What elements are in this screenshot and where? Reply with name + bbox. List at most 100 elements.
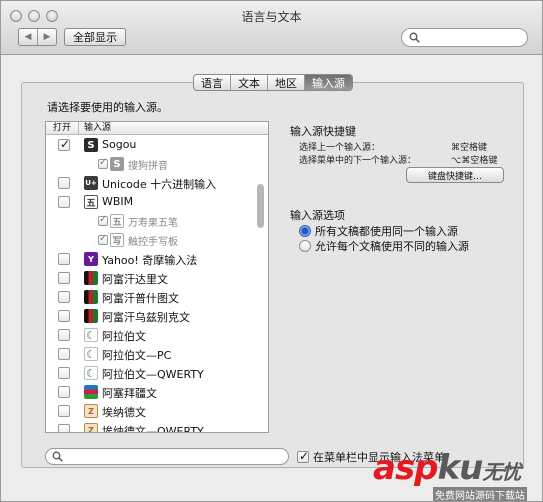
enable-checkbox[interactable]	[58, 310, 70, 322]
list-item-label: 阿拉伯文	[102, 330, 146, 343]
list-item[interactable]: 五 WBIM	[46, 193, 258, 212]
list-item[interactable]: Z 埃纳德文—QWERTY	[46, 421, 258, 433]
option-different-label: 允许每个文稿使用不同的输入源	[315, 240, 469, 253]
options-title: 输入源选项	[290, 209, 345, 222]
tab-bar: 语言 文本 地区 输入源	[193, 74, 353, 91]
list-item[interactable]: S 搜狗拼音	[46, 155, 258, 174]
mode-checkbox[interactable]	[98, 214, 108, 226]
enable-checkbox[interactable]	[58, 253, 70, 265]
sogou-icon: S	[84, 138, 98, 152]
list-scrollbar[interactable]	[257, 184, 264, 228]
list-item[interactable]: ☾ 阿拉伯文	[46, 326, 258, 345]
tab-region[interactable]: 地区	[268, 75, 305, 90]
list-item-label: 万寿果五笔	[128, 218, 178, 229]
crescent-icon: ☾	[84, 328, 98, 342]
show-input-menu-option[interactable]: 在菜单栏中显示输入法菜单	[297, 449, 445, 465]
input-sources-list[interactable]: 打开 输入源 SSogouS搜狗拼音U+Unicode 十六进制输入五WBIM五…	[45, 121, 269, 433]
sogou-pinyin-icon: S	[110, 157, 124, 171]
enable-checkbox[interactable]	[58, 272, 70, 284]
list-item-label: 阿富汗普什图文	[102, 292, 179, 305]
input-sources-heading: 请选择要使用的输入源。	[47, 101, 168, 114]
forward-button[interactable]: ▶	[37, 29, 56, 45]
tab-text[interactable]: 文本	[231, 75, 268, 90]
script-qwerty-icon: Z	[84, 423, 98, 432]
prev-source-key: ⌘空格键	[451, 143, 488, 153]
flag-afghanistan-icon	[84, 271, 98, 285]
option-same-label: 所有文稿都使用同一个输入源	[315, 225, 458, 238]
input-source-search-input[interactable]	[64, 450, 282, 463]
list-item[interactable]: 阿富汗达里文	[46, 269, 258, 288]
enable-checkbox[interactable]	[58, 137, 70, 151]
list-item[interactable]: Z 埃纳德文	[46, 402, 258, 421]
preferences-search-field[interactable]	[401, 28, 528, 47]
handwriting-icon: 写	[110, 233, 124, 247]
wubi-icon: 五	[110, 214, 124, 228]
column-enable-header[interactable]: 打开	[46, 122, 79, 134]
list-item[interactable]: U+ Unicode 十六进制输入	[46, 174, 258, 193]
preferences-search-input[interactable]	[422, 31, 522, 44]
enable-checkbox[interactable]	[58, 196, 70, 208]
enable-checkbox[interactable]	[58, 405, 70, 417]
enable-checkbox[interactable]	[58, 177, 70, 189]
back-forward-control: ◀ ▶	[18, 28, 57, 46]
radio-same-source[interactable]	[299, 225, 311, 237]
watermark-subtitle: 免费网站源码下载站	[433, 487, 527, 501]
next-source-key: ⌥⌘空格键	[451, 156, 498, 166]
show-input-menu-label: 在菜单栏中显示输入法菜单	[313, 451, 445, 464]
enable-checkbox[interactable]	[58, 424, 70, 432]
flag-azerbaijan-icon	[84, 385, 98, 399]
list-item-label: 触控手写板	[128, 237, 178, 248]
list-item-label: 阿塞拜疆文	[102, 387, 157, 400]
list-item-label: 阿拉伯文—QWERTY	[102, 368, 204, 381]
search-icon	[409, 32, 420, 43]
list-item[interactable]: 阿富汗普什图文	[46, 288, 258, 307]
crescent-pc-icon: ☾	[84, 347, 98, 361]
tab-input-sources[interactable]: 输入源	[305, 75, 352, 90]
flag-afghanistan-icon	[84, 290, 98, 304]
input-source-search-field[interactable]	[45, 448, 289, 465]
mode-checkbox[interactable]	[98, 157, 108, 169]
list-item[interactable]: S Sogou	[46, 136, 258, 155]
enable-checkbox[interactable]	[58, 367, 70, 379]
list-item[interactable]: 阿塞拜疆文	[46, 383, 258, 402]
script-icon: Z	[84, 404, 98, 418]
back-button[interactable]: ◀	[19, 29, 37, 45]
option-same-source[interactable]: 所有文稿都使用同一个输入源	[299, 223, 458, 239]
list-item[interactable]: ☾ 阿拉伯文—QWERTY	[46, 364, 258, 383]
prev-source-label: 选择上一个输入源：	[299, 143, 381, 153]
tab-language[interactable]: 语言	[194, 75, 231, 90]
show-input-menu-checkbox[interactable]	[297, 449, 309, 463]
list-item-label: WBIM	[102, 195, 134, 208]
radio-different-source[interactable]	[299, 240, 311, 252]
shortcuts-title: 输入源快捷键	[290, 125, 356, 138]
mode-checkbox[interactable]	[98, 233, 108, 245]
unicode-icon: U+	[84, 176, 98, 190]
window-title: 语言与文本	[241, 10, 302, 24]
list-item-label: Yahoo! 奇摩输入法	[102, 254, 198, 267]
list-item-label: 埃纳德文	[102, 406, 146, 419]
list-item[interactable]: 五万寿果五笔	[46, 212, 258, 231]
list-item-label: Sogou	[102, 138, 137, 151]
enable-checkbox[interactable]	[58, 329, 70, 341]
enable-checkbox[interactable]	[58, 291, 70, 303]
list-item[interactable]: Y Yahoo! 奇摩输入法	[46, 250, 258, 269]
wbim-icon: 五	[84, 195, 98, 209]
enable-checkbox[interactable]	[58, 386, 70, 398]
show-all-button[interactable]: 全部显示	[64, 28, 126, 46]
keyboard-shortcuts-button[interactable]: 键盘快捷键…	[406, 167, 504, 183]
list-item-label: Unicode 十六进制输入	[102, 178, 217, 191]
column-source-header[interactable]: 输入源	[79, 122, 268, 134]
list-item-label: 阿拉伯文—PC	[102, 349, 172, 362]
language-text-window: 语言与文本 ◀ ▶ 全部显示 语言 文本 地区 输入源 请选择要使用的输入源。 …	[0, 0, 543, 502]
next-source-label: 选择菜单中的下一个输入源：	[299, 156, 417, 166]
list-item[interactable]: ☾ 阿拉伯文—PC	[46, 345, 258, 364]
option-different-source[interactable]: 允许每个文稿使用不同的输入源	[299, 238, 469, 254]
crescent-qwerty-icon: ☾	[84, 366, 98, 380]
list-item-label: 搜狗拼音	[128, 161, 168, 172]
flag-afghanistan-icon	[84, 309, 98, 323]
list-item-label: 埃纳德文—QWERTY	[102, 425, 204, 433]
list-item[interactable]: 写触控手写板	[46, 231, 258, 250]
enable-checkbox[interactable]	[58, 348, 70, 360]
yahoo-icon: Y	[84, 252, 98, 266]
list-item[interactable]: 阿富汗乌兹别克文	[46, 307, 258, 326]
